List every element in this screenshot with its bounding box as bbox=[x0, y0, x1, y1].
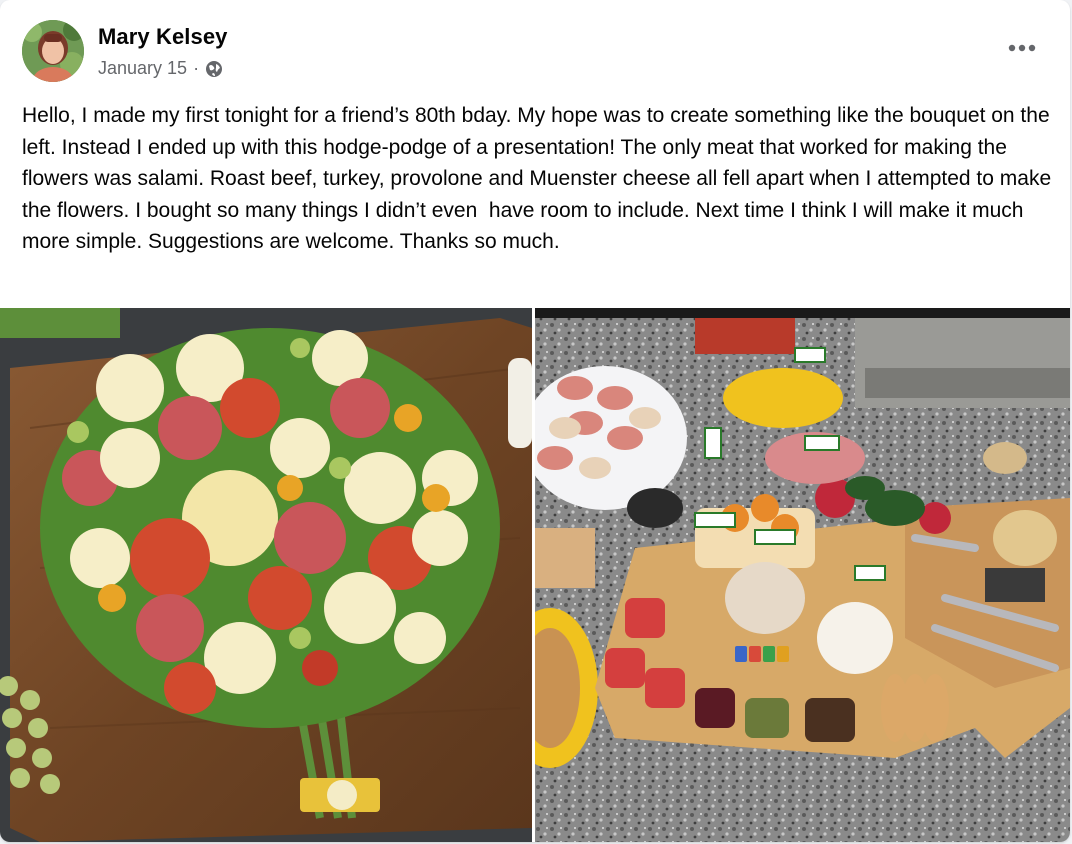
globe-icon[interactable] bbox=[205, 60, 223, 78]
post-date[interactable]: January 15 bbox=[98, 58, 187, 79]
author-name[interactable]: Mary Kelsey bbox=[98, 24, 228, 50]
charcuterie-image bbox=[535, 308, 1070, 842]
author-avatar[interactable] bbox=[22, 20, 84, 82]
photo-bouquet[interactable] bbox=[0, 308, 532, 842]
more-options-button[interactable] bbox=[1004, 34, 1040, 62]
bouquet-image bbox=[0, 308, 532, 842]
post-meta: January 15 · bbox=[98, 58, 223, 79]
post-card: Mary Kelsey January 15 · Hello, I made m… bbox=[0, 0, 1070, 842]
meta-separator: · bbox=[193, 58, 200, 78]
more-options-icon bbox=[1008, 44, 1036, 52]
post-text: Hello, I made my first tonight for a fri… bbox=[22, 104, 1057, 253]
photo-charcuterie-board[interactable] bbox=[535, 308, 1070, 842]
avatar-photo bbox=[22, 20, 84, 82]
